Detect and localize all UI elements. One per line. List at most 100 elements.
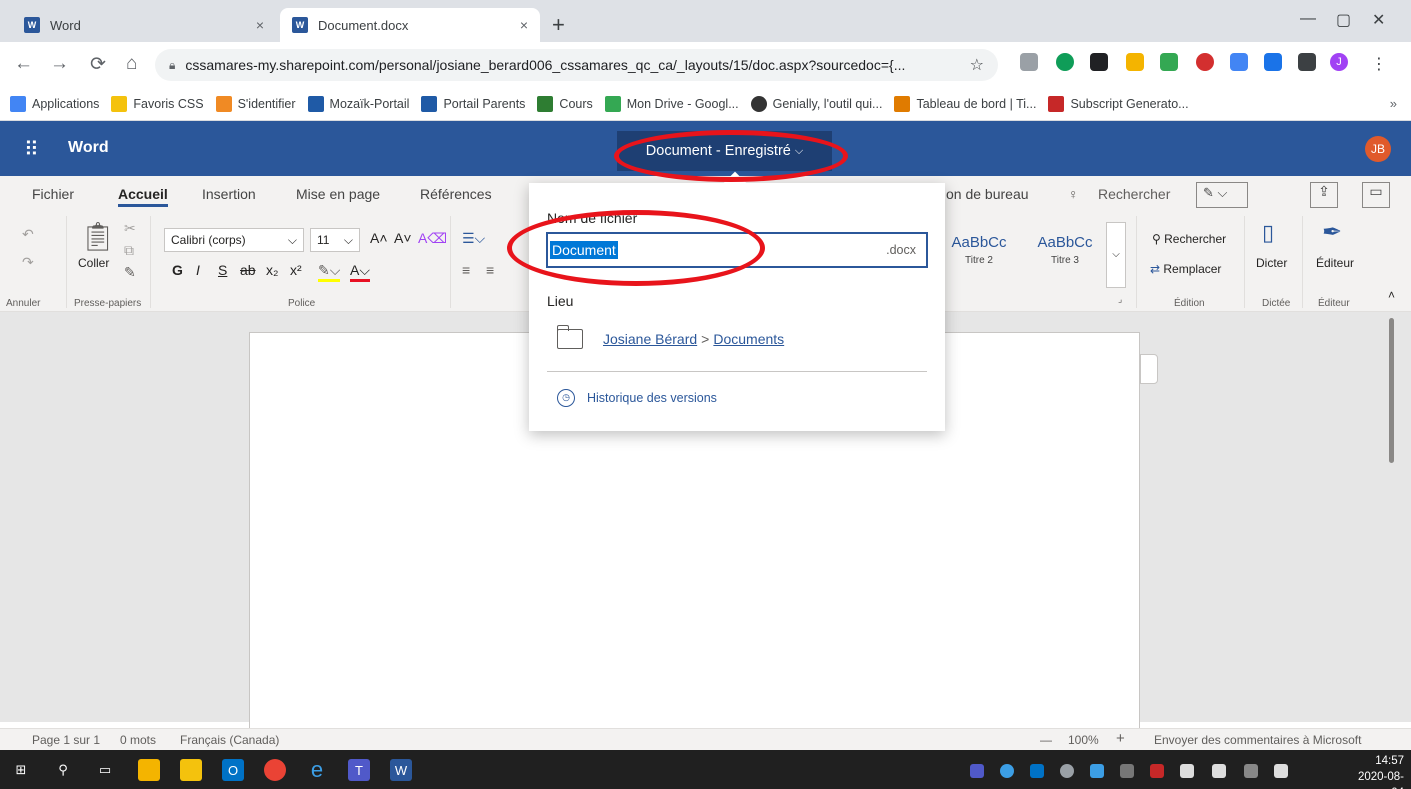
tab-references[interactable]: Références — [420, 186, 492, 202]
shrink-font-icon[interactable]: A˅ — [394, 230, 412, 246]
zoom-in-button[interactable]: + — [1116, 730, 1125, 747]
redo-icon[interactable]: ↷ — [22, 254, 34, 271]
feedback-link[interactable]: Envoyer des commentaires à Microsoft — [1154, 733, 1361, 747]
browser-tab-word[interactable]: W Word × — [12, 8, 276, 42]
address-bar[interactable]: 🔒︎ cssamares-my.sharepoint.com/personal/… — [155, 49, 998, 81]
find-button[interactable]: ⚲ Rechercher — [1152, 232, 1226, 246]
bookmark-item[interactable]: Favoris CSS — [111, 96, 204, 112]
app-launcher-icon[interactable]: ⠿ — [24, 137, 39, 162]
minimize-button[interactable]: — — [1300, 10, 1316, 28]
dialog-launcher-icon[interactable]: ⌟ — [1118, 294, 1122, 305]
bullets-icon[interactable]: ☰⌵ — [462, 230, 485, 247]
home-button[interactable]: ⌂ — [126, 53, 137, 75]
zoom-level[interactable]: 100% — [1068, 733, 1099, 747]
italic-button[interactable]: I — [196, 262, 200, 278]
version-history-button[interactable]: ◷ Historique des versions — [557, 389, 717, 407]
forward-button[interactable]: → — [50, 53, 69, 75]
new-tab-button[interactable]: + — [552, 12, 565, 38]
style-titre-3[interactable]: AaBbCc Titre 3 — [1020, 216, 1110, 286]
format-painter-icon[interactable]: ✎ — [124, 264, 136, 281]
back-button[interactable]: ← — [14, 53, 33, 75]
strikethrough-button[interactable]: ab — [240, 262, 256, 278]
underline-button[interactable]: S — [218, 262, 227, 278]
close-tab-icon[interactable]: × — [256, 17, 264, 33]
chrome-menu-icon[interactable]: ⋮ — [1370, 54, 1388, 73]
location-folder-link[interactable]: Documents — [713, 331, 784, 347]
bookmark-item[interactable]: Genially, l'outil qui... — [750, 96, 882, 112]
bookmark-item[interactable]: Portail Parents — [421, 96, 525, 112]
vertical-scrollbar[interactable] — [1389, 318, 1394, 463]
sticky-notes-icon[interactable] — [138, 759, 160, 781]
user-avatar[interactable]: JB — [1365, 136, 1391, 162]
bold-button[interactable]: G — [172, 262, 183, 278]
windows-start-icon[interactable]: ⊞ — [10, 759, 32, 781]
search-icon[interactable]: ⚲ — [52, 759, 74, 781]
tab-mise-en-page[interactable]: Mise en page — [296, 186, 380, 202]
bookmark-star-icon[interactable]: ☆ — [970, 55, 984, 75]
bookmark-item[interactable]: S'identifier — [215, 96, 296, 112]
chrome-icon[interactable] — [264, 759, 286, 781]
outlook-icon[interactable]: O — [222, 759, 244, 781]
font-size-select[interactable]: 11 ⌵ — [310, 228, 360, 252]
bookmark-item[interactable]: Mozaïk-Portail — [307, 96, 409, 112]
tray-icon[interactable] — [1060, 764, 1074, 778]
taskbar-clock[interactable]: 14:57 2020-08-04 — [1346, 753, 1404, 789]
wifi-icon[interactable] — [1244, 764, 1258, 778]
replace-button[interactable]: ⇄ Remplacer — [1150, 262, 1221, 276]
extension-icon[interactable] — [1056, 53, 1074, 71]
tray-icon[interactable] — [1180, 764, 1194, 778]
share-icon[interactable]: ⇪ — [1310, 182, 1338, 208]
collapse-ribbon-icon[interactable]: ˄ — [1388, 288, 1395, 302]
tab-insertion[interactable]: Insertion — [202, 186, 256, 202]
microphone-icon[interactable]: ▯ — [1262, 220, 1274, 246]
font-name-select[interactable]: Calibri (corps) ⌵ — [164, 228, 304, 252]
tray-icon[interactable] — [1120, 764, 1134, 778]
location-user-link[interactable]: Josiane Bérard — [603, 331, 697, 347]
extension-icon[interactable] — [1020, 53, 1038, 71]
bookmark-item[interactable]: Applications — [10, 96, 99, 112]
cut-icon[interactable]: ✂ — [124, 220, 136, 237]
tray-onedrive-icon[interactable] — [1000, 764, 1014, 778]
copy-icon[interactable]: ⧉ — [124, 242, 134, 259]
language[interactable]: Français (Canada) — [180, 733, 279, 747]
extension-icon[interactable] — [1264, 53, 1282, 71]
tray-outlook-icon[interactable] — [1030, 764, 1044, 778]
tray-icon[interactable] — [1090, 764, 1104, 778]
more-bookmarks-button[interactable]: » — [1390, 96, 1397, 111]
teams-icon[interactable]: T — [348, 759, 370, 781]
reload-button[interactable]: ⟳ — [90, 53, 106, 76]
close-window-button[interactable]: ✕ — [1372, 10, 1385, 30]
tab-accueil[interactable]: Accueil — [118, 186, 168, 207]
editor-pen-icon[interactable]: ✒ — [1322, 218, 1342, 247]
bookmark-item[interactable]: Mon Drive - Googl... — [604, 96, 739, 112]
highlight-icon[interactable]: ✎⌵ — [318, 262, 341, 282]
volume-icon[interactable] — [1274, 764, 1288, 778]
subscript-button[interactable]: x₂ — [266, 262, 278, 278]
undo-icon[interactable]: ↶ — [22, 226, 34, 243]
font-color-icon[interactable]: A⌵ — [350, 262, 370, 282]
comment-icon[interactable]: ▭ — [1362, 182, 1390, 208]
superscript-button[interactable]: x² — [290, 262, 302, 278]
browser-tab-document[interactable]: W Document.docx × — [280, 8, 540, 42]
extension-icon[interactable] — [1160, 53, 1178, 71]
tray-teams-icon[interactable] — [970, 764, 984, 778]
search-ribbon-button[interactable]: Rechercher — [1098, 186, 1170, 202]
maximize-button[interactable]: ▢ — [1336, 10, 1351, 30]
styles-gallery-expand[interactable]: ⌵ — [1106, 222, 1126, 288]
extension-icon[interactable] — [1090, 53, 1108, 71]
edge-icon[interactable]: e — [306, 757, 328, 782]
puzzle-icon[interactable] — [1298, 53, 1316, 71]
task-view-icon[interactable]: ▭ — [94, 759, 116, 781]
bookmark-item[interactable]: Cours — [537, 96, 593, 112]
editing-mode-button[interactable]: ✎ ⌵ — [1196, 182, 1248, 208]
open-desktop-app-button[interactable]: on de bureau — [946, 186, 1029, 202]
file-explorer-icon[interactable] — [180, 759, 202, 781]
grow-font-icon[interactable]: A˄ — [370, 230, 388, 246]
editor-button[interactable]: Éditeur — [1316, 256, 1354, 270]
close-tab-icon[interactable]: × — [520, 17, 528, 33]
clear-format-icon[interactable]: A⌫ — [418, 230, 447, 247]
zoom-out-button[interactable]: — — [1040, 733, 1052, 747]
dictate-button[interactable]: Dicter — [1256, 256, 1287, 270]
style-titre-2[interactable]: AaBbCc Titre 2 — [934, 216, 1024, 286]
align-left-icon[interactable]: ≡ — [462, 262, 470, 278]
